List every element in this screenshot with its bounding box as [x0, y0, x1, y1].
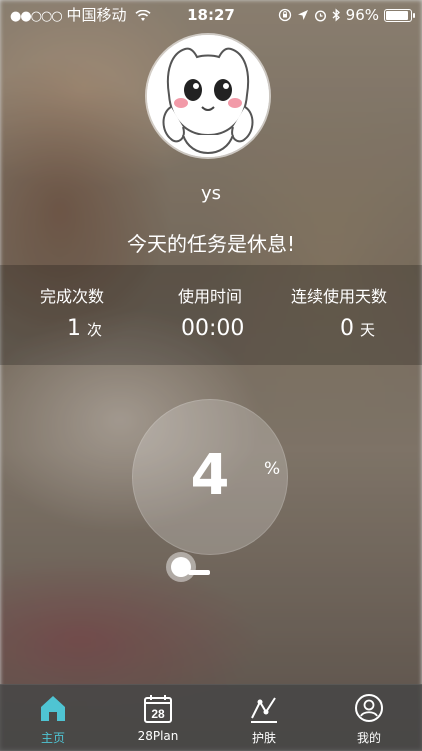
stats-panel [0, 265, 422, 365]
streak-value: 0 [340, 316, 354, 341]
calendar-icon: 28 [144, 695, 172, 723]
progress-unit: % [264, 459, 281, 479]
profile-icon [355, 694, 383, 722]
usage-time-value: 00:00 [181, 316, 245, 341]
location-icon [297, 10, 308, 20]
calendar-badge: 28 [151, 707, 165, 721]
chart-icon [251, 697, 277, 723]
battery-percent: 96% [345, 6, 379, 24]
orientation-lock-icon [278, 8, 291, 22]
completions-label: 完成次数 [40, 287, 105, 306]
progress-circle[interactable]: 4 % [132, 399, 288, 555]
home-icon [41, 696, 65, 721]
tab-28plan-label: 28Plan [137, 729, 179, 743]
status-bar: ●●○○○ 中国移动 18:27 96% [0, 0, 422, 30]
streak-label: 连续使用天数 [291, 287, 388, 306]
tab-bar: 主页 28 28Plan 护肤 我的 [0, 684, 422, 751]
usage-time-label: 使用时间 [178, 287, 243, 306]
cartoon-avatar-image [147, 35, 269, 157]
avatar[interactable] [147, 35, 269, 157]
tab-skincare[interactable]: 护肤 [211, 685, 317, 751]
tab-mine-label: 我的 [356, 731, 381, 745]
tab-home-label: 主页 [40, 731, 65, 745]
tab-skincare-label: 护肤 [251, 731, 276, 745]
status-right: 96% [278, 0, 415, 30]
battery-icon [384, 8, 415, 22]
task-message: 今天的任务是休息! [126, 232, 296, 256]
completions-value: 1 [67, 316, 81, 341]
progress-knob-tail [188, 570, 210, 575]
alarm-icon [314, 9, 326, 22]
streak-stat: 0天 [340, 316, 375, 341]
completions-stat: 1次 [67, 316, 102, 341]
tab-home[interactable]: 主页 [0, 685, 106, 751]
tab-mine[interactable]: 我的 [316, 685, 422, 751]
username: ys [200, 183, 222, 204]
bluetooth-icon [332, 8, 340, 22]
streak-unit: 天 [360, 321, 376, 339]
completions-unit: 次 [87, 321, 103, 339]
tab-28plan[interactable]: 28 28Plan [105, 685, 211, 751]
